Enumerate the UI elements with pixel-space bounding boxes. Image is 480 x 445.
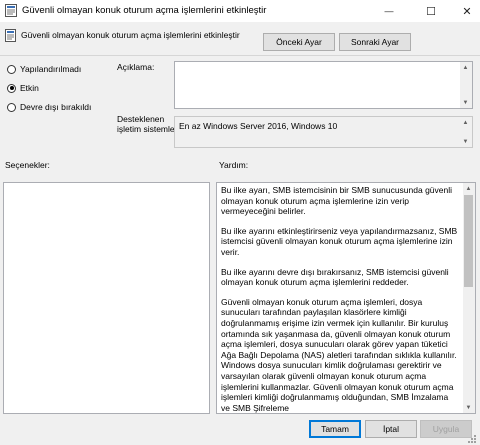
radio-circle bbox=[7, 83, 16, 93]
help-panel: Bu ilke ayarı, SMB istemcisinin bir SMB … bbox=[216, 182, 476, 414]
close-icon: ✕ bbox=[462, 5, 472, 18]
help-paragraph: Bu ilke ayarını etkinleştirirseniz veya … bbox=[221, 225, 458, 257]
radio-label: Yapılandırılmadı bbox=[20, 64, 82, 74]
title-bar: Güvenli olmayan konuk oturum açma işleml… bbox=[0, 0, 480, 22]
comment-label: Açıklama: bbox=[117, 62, 155, 72]
supported-label-1: Desteklenen bbox=[117, 114, 165, 124]
radio-circle bbox=[7, 102, 16, 112]
apply-button[interactable]: Uygula bbox=[420, 420, 472, 438]
maximize-icon: ☐ bbox=[426, 5, 436, 18]
radio-label: Devre dışı bırakıldı bbox=[20, 102, 92, 112]
header-divider bbox=[0, 55, 480, 56]
window-title: Güvenli olmayan konuk oturum açma işleml… bbox=[22, 5, 267, 16]
supported-os-field: En az Windows Server 2016, Windows 10 ▲ … bbox=[174, 116, 473, 148]
scroll-down-icon[interactable]: ▼ bbox=[463, 402, 474, 413]
comment-textarea[interactable]: ▲ ▼ bbox=[174, 61, 473, 109]
radio-circle bbox=[7, 64, 16, 74]
maximize-button[interactable]: ☐ bbox=[418, 0, 444, 22]
resize-grip-icon[interactable] bbox=[467, 434, 477, 444]
policy-name: Güvenli olmayan konuk oturum açma işleml… bbox=[21, 30, 240, 40]
options-label: Seçenekler: bbox=[5, 160, 50, 170]
supported-label-2: işletim sistemleri: bbox=[117, 124, 182, 134]
help-text: Bu ilke ayarı, SMB istemcisinin bir SMB … bbox=[221, 185, 459, 413]
cancel-button[interactable]: İptal bbox=[365, 420, 417, 438]
radio-enabled[interactable]: Etkin bbox=[7, 83, 39, 93]
help-scrollbar[interactable]: ▲ ▼ bbox=[463, 183, 475, 413]
options-panel bbox=[3, 182, 210, 414]
help-paragraph: Bu ilke ayarı, SMB istemcisinin bir SMB … bbox=[221, 185, 453, 217]
help-label: Yardım: bbox=[219, 160, 249, 170]
minimize-button[interactable]: — bbox=[376, 0, 402, 22]
help-paragraph: Bu ilke ayarını devre dışı bırakırsanız,… bbox=[221, 266, 449, 288]
previous-setting-button[interactable]: Önceki Ayar bbox=[263, 33, 335, 51]
scroll-thumb[interactable] bbox=[464, 195, 473, 287]
scroll-down-icon[interactable]: ▼ bbox=[460, 136, 471, 147]
comment-scrollbar[interactable]: ▲ ▼ bbox=[460, 62, 472, 108]
radio-not-configured[interactable]: Yapılandırılmadı bbox=[7, 64, 81, 74]
policy-window-icon bbox=[5, 4, 17, 17]
radio-disabled[interactable]: Devre dışı bırakıldı bbox=[7, 102, 91, 112]
radio-selected-dot bbox=[9, 86, 14, 90]
scroll-up-icon[interactable]: ▲ bbox=[463, 183, 474, 194]
supported-os-value: En az Windows Server 2016, Windows 10 bbox=[179, 121, 338, 131]
scroll-up-icon[interactable]: ▲ bbox=[460, 117, 471, 128]
ok-button[interactable]: Tamam bbox=[309, 420, 361, 438]
next-setting-button[interactable]: Sonraki Ayar bbox=[339, 33, 411, 51]
scroll-down-icon[interactable]: ▼ bbox=[460, 97, 471, 108]
scroll-up-icon[interactable]: ▲ bbox=[460, 62, 471, 73]
policy-setting-icon bbox=[5, 29, 16, 42]
help-paragraph: Güvenli olmayan konuk oturum açma işleml… bbox=[221, 296, 457, 413]
radio-label: Etkin bbox=[20, 83, 39, 93]
minimize-icon: — bbox=[384, 6, 394, 16]
supported-scrollbar[interactable]: ▲ ▼ bbox=[460, 117, 472, 147]
close-button[interactable]: ✕ bbox=[454, 0, 480, 22]
